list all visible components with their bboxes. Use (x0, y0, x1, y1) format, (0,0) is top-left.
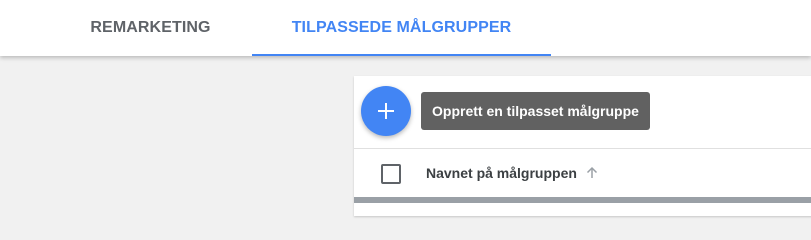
tab-bar: REMARKETING TILPASSEDE MÅLGRUPPER (0, 0, 811, 56)
create-audience-tooltip: Opprett en tilpasset målgruppe (421, 92, 650, 130)
tab-remarketing[interactable]: REMARKETING (64, 0, 237, 56)
column-header-label: Navnet på målgruppen (426, 165, 577, 181)
select-all-checkbox[interactable] (381, 164, 401, 184)
active-tab-indicator (252, 54, 551, 56)
table-bottom-rule (354, 197, 811, 203)
arrow-up-icon (585, 166, 599, 180)
table-header-row: Navnet på målgruppen (354, 149, 811, 197)
tab-custom-audiences[interactable]: TILPASSEDE MÅLGRUPPER (252, 0, 551, 56)
tab-remarketing-label: REMARKETING (90, 19, 211, 36)
add-audience-button[interactable] (361, 86, 411, 136)
plus-icon (378, 103, 394, 119)
column-header-audience-name[interactable]: Navnet på målgruppen (426, 149, 599, 197)
tooltip-text: Opprett en tilpasset målgruppe (432, 103, 639, 119)
tab-custom-audiences-label: TILPASSEDE MÅLGRUPPER (291, 19, 512, 36)
